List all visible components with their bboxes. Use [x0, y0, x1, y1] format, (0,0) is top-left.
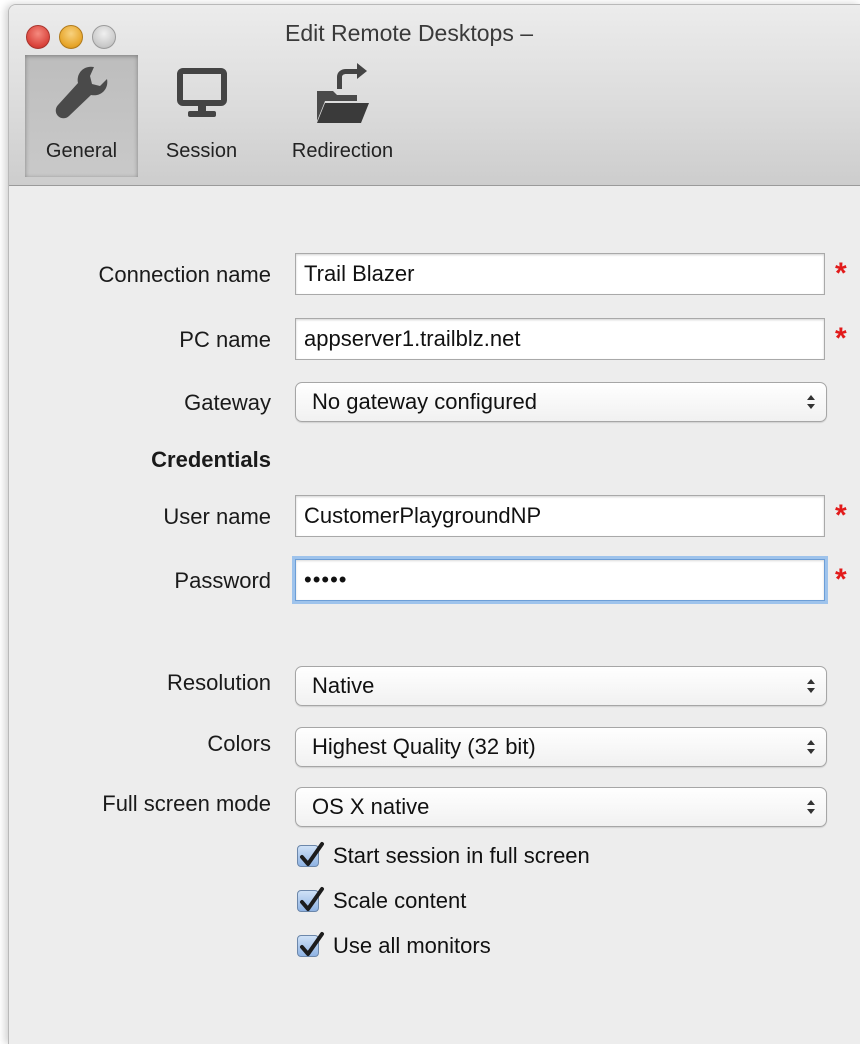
- select-arrows-icon: [807, 679, 815, 693]
- gateway-label: Gateway: [184, 390, 271, 415]
- checkbox-box[interactable]: [297, 842, 324, 867]
- tab-session-label: Session: [165, 140, 238, 162]
- connection-name-label: Connection name: [98, 262, 271, 287]
- general-settings-form: Connection name Trail Blazer * PC name a…: [9, 186, 860, 1044]
- wrench-icon: [25, 61, 138, 125]
- user-name-label: User name: [163, 504, 271, 529]
- select-arrows-icon: [807, 395, 815, 409]
- full-screen-mode-select[interactable]: OS X native: [295, 787, 827, 827]
- required-indicator: *: [835, 499, 847, 532]
- required-indicator: *: [835, 322, 847, 355]
- resolution-label: Resolution: [167, 670, 271, 695]
- tab-session[interactable]: Session: [149, 55, 254, 177]
- pc-name-label: PC name: [179, 327, 271, 352]
- tab-general[interactable]: General: [25, 55, 138, 177]
- credentials-heading: Credentials: [151, 447, 271, 472]
- gateway-select[interactable]: No gateway configured: [295, 382, 827, 422]
- select-arrows-icon: [807, 740, 815, 754]
- window-title: Edit Remote Desktops –: [285, 20, 534, 46]
- pc-name-field[interactable]: appserver1.trailblz.net: [295, 318, 825, 360]
- tab-general-label: General: [45, 140, 118, 162]
- scale-content-label: Scale content: [333, 888, 467, 913]
- edit-remote-desktops-window: Edit Remote Desktops – General Session R…: [8, 4, 860, 1044]
- full-screen-mode-label: Full screen mode: [102, 791, 271, 816]
- tab-redirection-label: Redirection: [291, 140, 394, 162]
- toolbar: Edit Remote Desktops – General Session R…: [9, 5, 860, 186]
- checkmark-icon: [300, 887, 324, 911]
- colors-label: Colors: [207, 731, 271, 756]
- checkmark-icon: [300, 932, 324, 956]
- select-arrows-icon: [807, 800, 815, 814]
- checkbox-box[interactable]: [297, 887, 324, 912]
- user-name-field[interactable]: CustomerPlaygroundNP: [295, 495, 825, 537]
- password-field[interactable]: •••••: [295, 559, 825, 601]
- folder-redirect-icon: [275, 61, 410, 125]
- colors-select-value: Highest Quality (32 bit): [312, 734, 536, 759]
- gateway-select-value: No gateway configured: [312, 389, 538, 414]
- tab-redirection[interactable]: Redirection: [275, 55, 410, 177]
- checkbox-box[interactable]: [297, 932, 324, 957]
- resolution-select-value: Native: [312, 673, 375, 698]
- connection-name-field[interactable]: Trail Blazer: [295, 253, 825, 295]
- checkmark-icon: [300, 842, 324, 866]
- password-label: Password: [174, 568, 271, 593]
- full-screen-mode-select-value: OS X native: [312, 794, 430, 819]
- monitor-icon: [149, 61, 254, 125]
- resolution-select[interactable]: Native: [295, 666, 827, 706]
- use-all-monitors-label: Use all monitors: [333, 933, 491, 958]
- colors-select[interactable]: Highest Quality (32 bit): [295, 727, 827, 767]
- required-indicator: *: [835, 257, 847, 290]
- start-full-screen-label: Start session in full screen: [333, 843, 590, 868]
- required-indicator: *: [835, 563, 847, 596]
